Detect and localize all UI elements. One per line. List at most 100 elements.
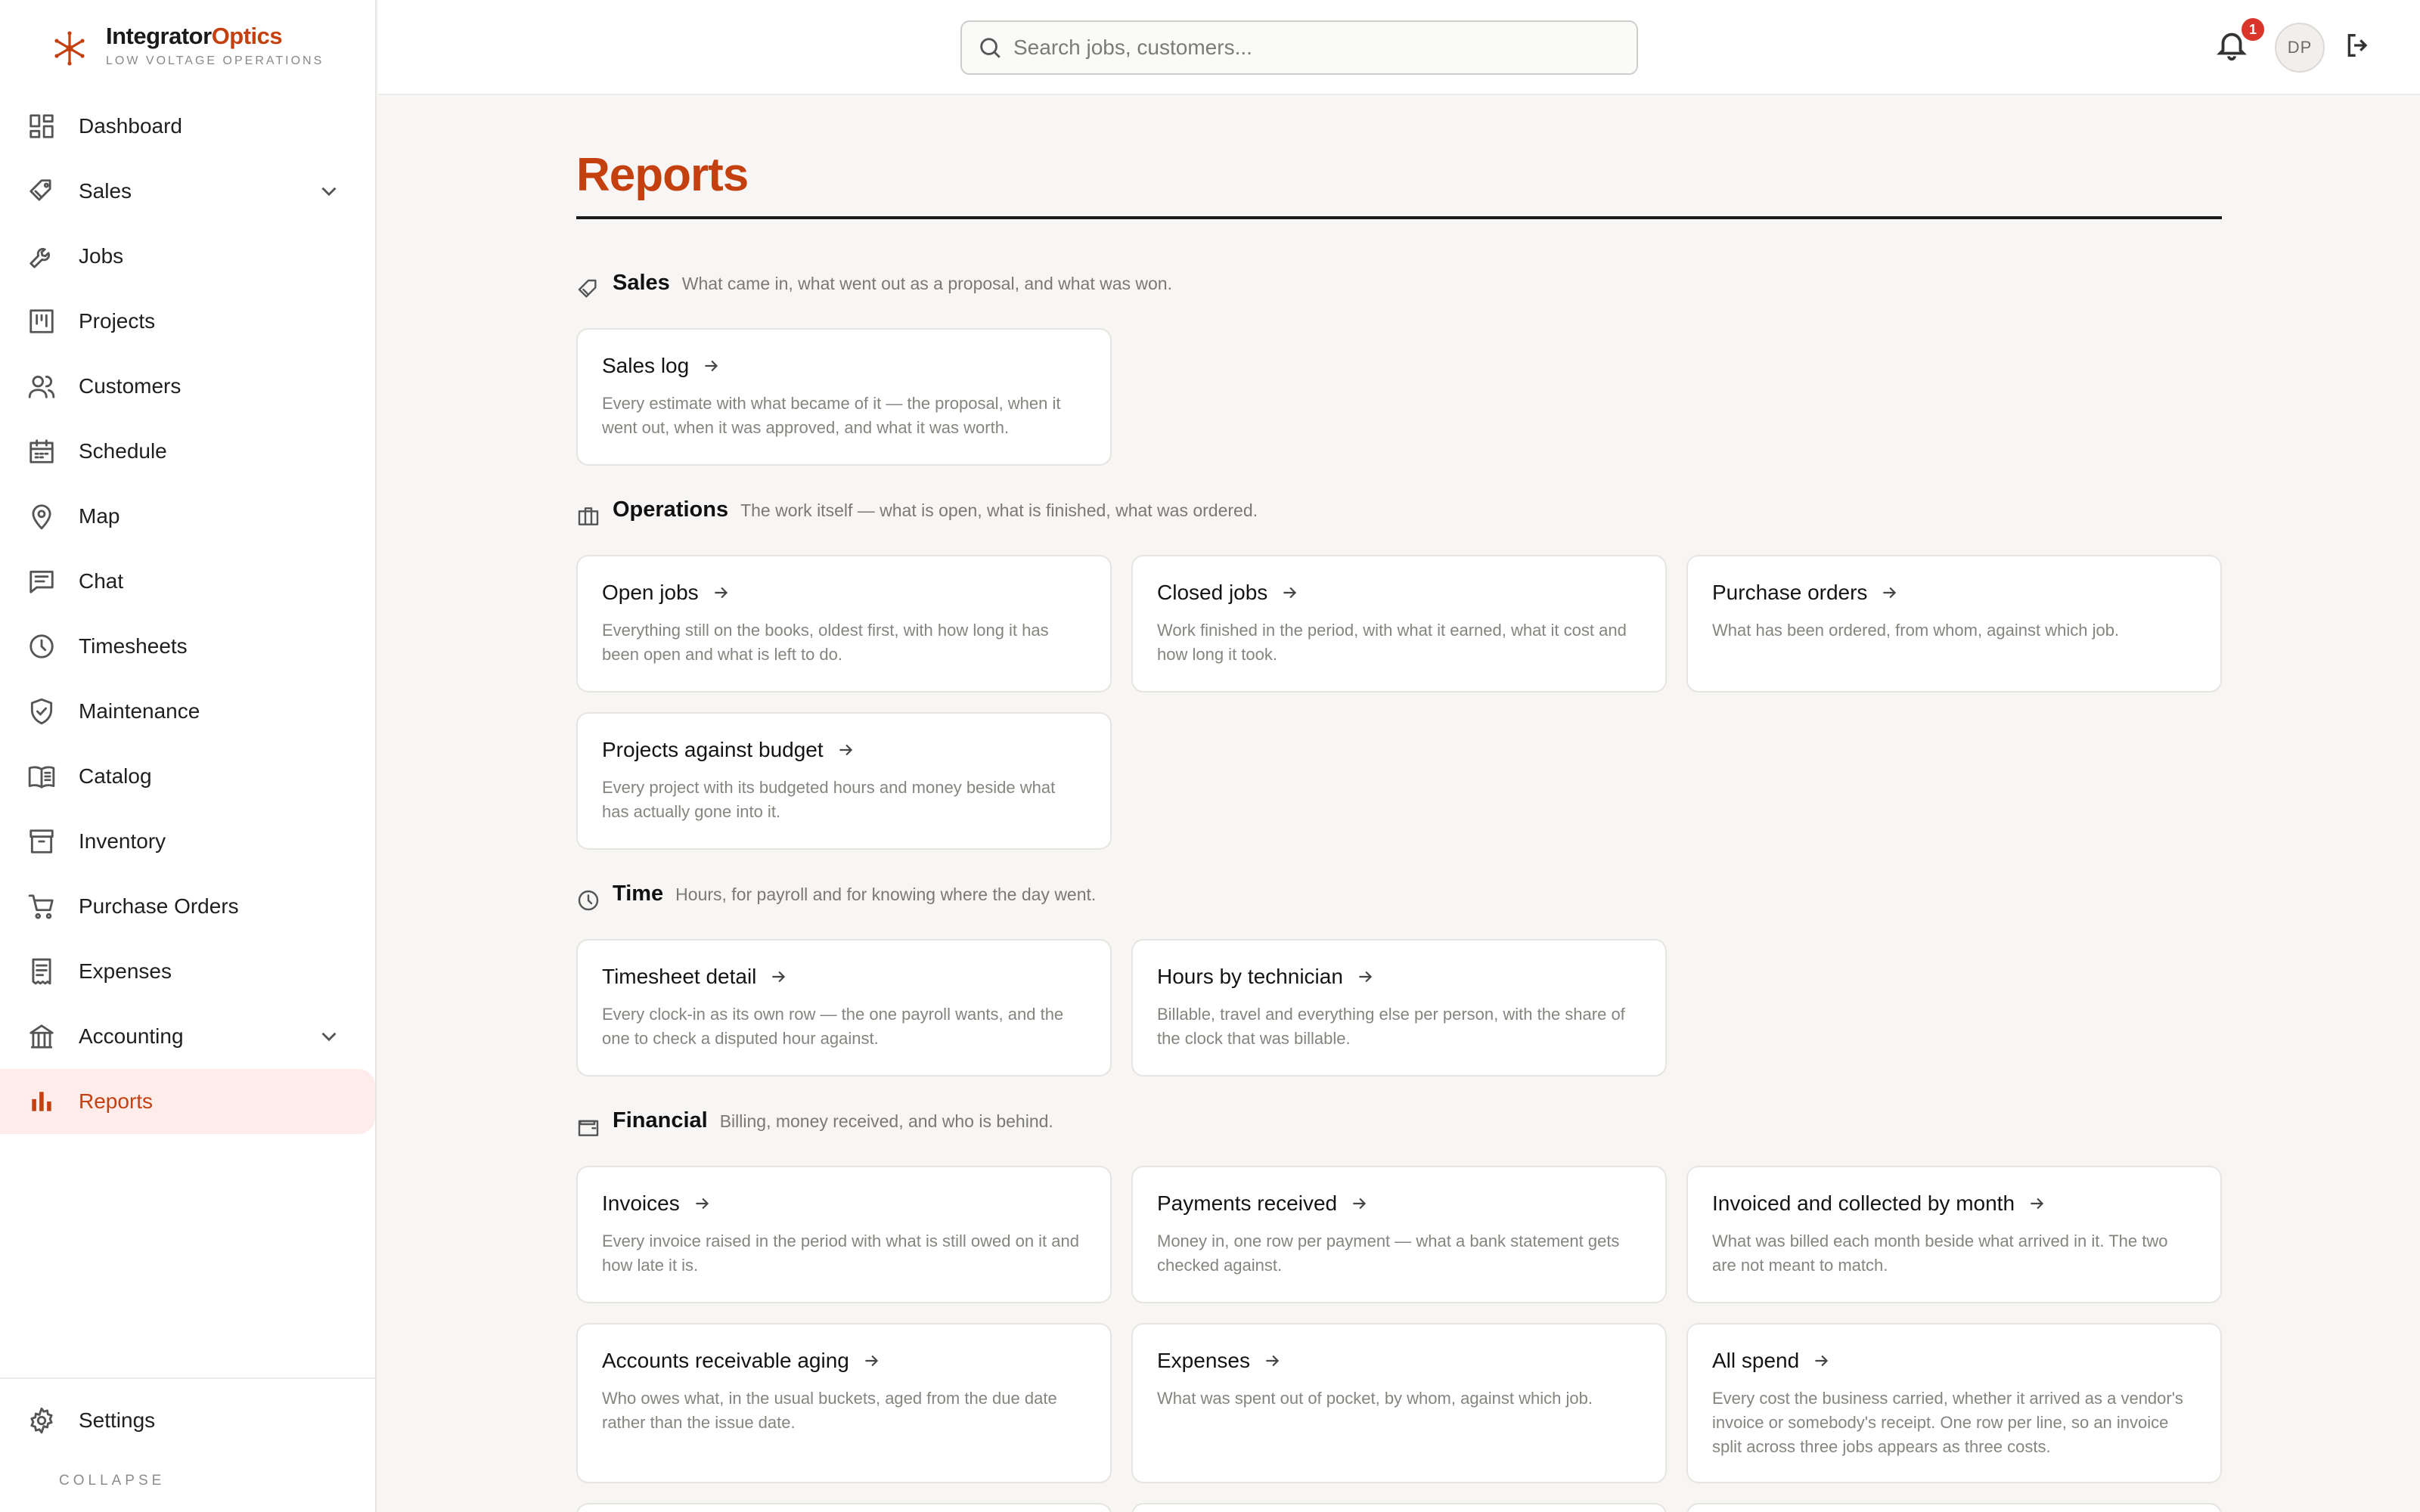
wrench-icon: [27, 242, 56, 271]
gear-icon: [27, 1406, 56, 1435]
sidebar-item-sales[interactable]: Sales: [0, 159, 375, 224]
card-title: Purchase orders: [1712, 581, 1868, 604]
sidebar-item-catalog[interactable]: Catalog: [0, 744, 375, 809]
report-card-purchase-orders[interactable]: Purchase orders What has been ordered, f…: [1686, 555, 2222, 692]
section-title: Sales: [613, 271, 670, 295]
search-input[interactable]: [1013, 36, 1618, 60]
sidebar-item-label: Jobs: [79, 244, 124, 268]
sidebar-item-timesheets[interactable]: Timesheets: [0, 614, 375, 679]
sidebar-item-purchase-orders[interactable]: Purchase Orders: [0, 874, 375, 939]
sidebar-item-expenses[interactable]: Expenses: [0, 939, 375, 1004]
search-box[interactable]: [960, 20, 1638, 75]
sidebar-item-map[interactable]: Map: [0, 484, 375, 549]
brand-subtitle: LOW VOLTAGE OPERATIONS: [106, 54, 324, 67]
report-card-ar-aging[interactable]: Accounts receivable aging Who owes what,…: [576, 1323, 1112, 1483]
section-time: Time Hours, for payroll and for knowing …: [576, 881, 2222, 1077]
arrow-right-icon: [861, 1351, 881, 1371]
report-card-payments-received[interactable]: Payments received Money in, one row per …: [1131, 1166, 1667, 1303]
archive-icon: [27, 827, 56, 856]
sidebar-item-chat[interactable]: Chat: [0, 549, 375, 614]
logout-button[interactable]: [2343, 30, 2378, 65]
arrow-right-icon: [711, 583, 731, 603]
report-card-invoiced-and-collected[interactable]: Invoiced and collected by month What was…: [1686, 1166, 2222, 1303]
report-card-hours-by-technician[interactable]: Hours by technician Billable, travel and…: [1131, 939, 1667, 1077]
wallet-icon: [576, 1115, 600, 1139]
bank-icon: [27, 1022, 56, 1051]
card-description: Everything still on the books, oldest fi…: [602, 621, 1049, 664]
card-description: What has been ordered, from whom, agains…: [1712, 621, 2120, 640]
book-icon: [27, 762, 56, 791]
report-card-partial[interactable]: [576, 1503, 1112, 1512]
sidebar-item-inventory[interactable]: Inventory: [0, 809, 375, 874]
report-card-timesheet-detail[interactable]: Timesheet detail Every clock-in as its o…: [576, 939, 1112, 1077]
report-card-projects-against-budget[interactable]: Projects against budget Every project wi…: [576, 712, 1112, 850]
sidebar-item-customers[interactable]: Customers: [0, 354, 375, 419]
collapse-button[interactable]: COLLAPSE: [59, 1473, 165, 1489]
arrow-right-icon: [692, 1194, 712, 1213]
section-description: Billing, money received, and who is behi…: [719, 1111, 1053, 1131]
clock-icon: [27, 632, 56, 661]
arrow-right-icon: [1349, 1194, 1369, 1213]
avatar[interactable]: DP: [2275, 23, 2325, 73]
logo-icon: [54, 31, 85, 66]
arrow-right-icon: [701, 356, 721, 376]
report-card-partial[interactable]: [1131, 1503, 1667, 1512]
sidebar-item-label: Expenses: [79, 959, 172, 983]
sidebar-item-label: Timesheets: [79, 634, 188, 658]
report-card-all-spend[interactable]: All spend Every cost the business carrie…: [1686, 1323, 2222, 1483]
sidebar-item-projects[interactable]: Projects: [0, 289, 375, 354]
section-title: Time: [613, 881, 664, 906]
report-card-closed-jobs[interactable]: Closed jobs Work finished in the period,…: [1131, 555, 1667, 692]
shield-check-icon: [27, 697, 56, 726]
card-title: Hours by technician: [1157, 965, 1343, 988]
sidebar-item-dashboard[interactable]: Dashboard: [0, 94, 375, 159]
card-description: What was spent out of pocket, by whom, a…: [1157, 1389, 1593, 1408]
report-card-invoices[interactable]: Invoices Every invoice raised in the per…: [576, 1166, 1112, 1303]
arrow-right-icon: [1262, 1351, 1282, 1371]
card-title: All spend: [1712, 1349, 1800, 1372]
cart-icon: [27, 892, 56, 921]
sidebar-item-jobs[interactable]: Jobs: [0, 224, 375, 289]
sidebar-item-label: Chat: [79, 569, 124, 593]
logout-icon: [2347, 34, 2368, 57]
card-title: Closed jobs: [1157, 581, 1268, 604]
sidebar-item-label: Purchase Orders: [79, 894, 239, 918]
card-description: Money in, one row per payment — what a b…: [1157, 1232, 1620, 1275]
section-sales: Sales What came in, what went out as a p…: [576, 271, 2222, 466]
arrow-right-icon: [1879, 583, 1899, 603]
users-icon: [27, 372, 56, 401]
sidebar-item-label: Customers: [79, 374, 182, 398]
sidebar-item-settings[interactable]: Settings: [0, 1388, 375, 1453]
sidebar-item-schedule[interactable]: Schedule: [0, 419, 375, 484]
notification-badge: 1: [2242, 18, 2264, 41]
card-title: Invoiced and collected by month: [1712, 1191, 2015, 1215]
tag-icon: [576, 277, 600, 302]
sidebar: IntegratorOptics LOW VOLTAGE OPERATIONS …: [0, 0, 377, 1512]
report-card-sales-log[interactable]: Sales log Every estimate with what becam…: [576, 328, 1112, 466]
sidebar-item-label: Map: [79, 504, 120, 528]
report-card-open-jobs[interactable]: Open jobs Everything still on the books,…: [576, 555, 1112, 692]
sidebar-item-label: Sales: [79, 179, 132, 203]
card-title: Invoices: [602, 1191, 680, 1215]
section-financial: Financial Billing, money received, and w…: [576, 1108, 2222, 1512]
sidebar-item-maintenance[interactable]: Maintenance: [0, 679, 375, 744]
sidebar-item-label: Maintenance: [79, 699, 200, 723]
section-operations: Operations The work itself — what is ope…: [576, 497, 2222, 850]
section-description: The work itself — what is open, what is …: [740, 500, 1258, 520]
card-title: Accounts receivable aging: [602, 1349, 849, 1372]
sidebar-item-label: Accounting: [79, 1024, 184, 1048]
chevron-down-icon[interactable]: [316, 1024, 342, 1049]
dashboard-icon: [27, 112, 56, 141]
section-title: Operations: [613, 497, 729, 522]
arrow-right-icon: [1811, 1351, 1831, 1371]
report-card-partial[interactable]: [1686, 1503, 2222, 1512]
sidebar-item-accounting[interactable]: Accounting: [0, 1004, 375, 1069]
chat-icon: [27, 567, 56, 596]
receipt-icon: [27, 957, 56, 986]
chevron-down-icon[interactable]: [316, 178, 342, 204]
sidebar-item-label: Settings: [79, 1408, 156, 1432]
arrow-right-icon: [2027, 1194, 2046, 1213]
sidebar-item-reports[interactable]: Reports: [0, 1069, 375, 1134]
report-card-expenses[interactable]: Expenses What was spent out of pocket, b…: [1131, 1323, 1667, 1483]
brand-logo[interactable]: IntegratorOptics LOW VOLTAGE OPERATIONS: [50, 23, 324, 76]
